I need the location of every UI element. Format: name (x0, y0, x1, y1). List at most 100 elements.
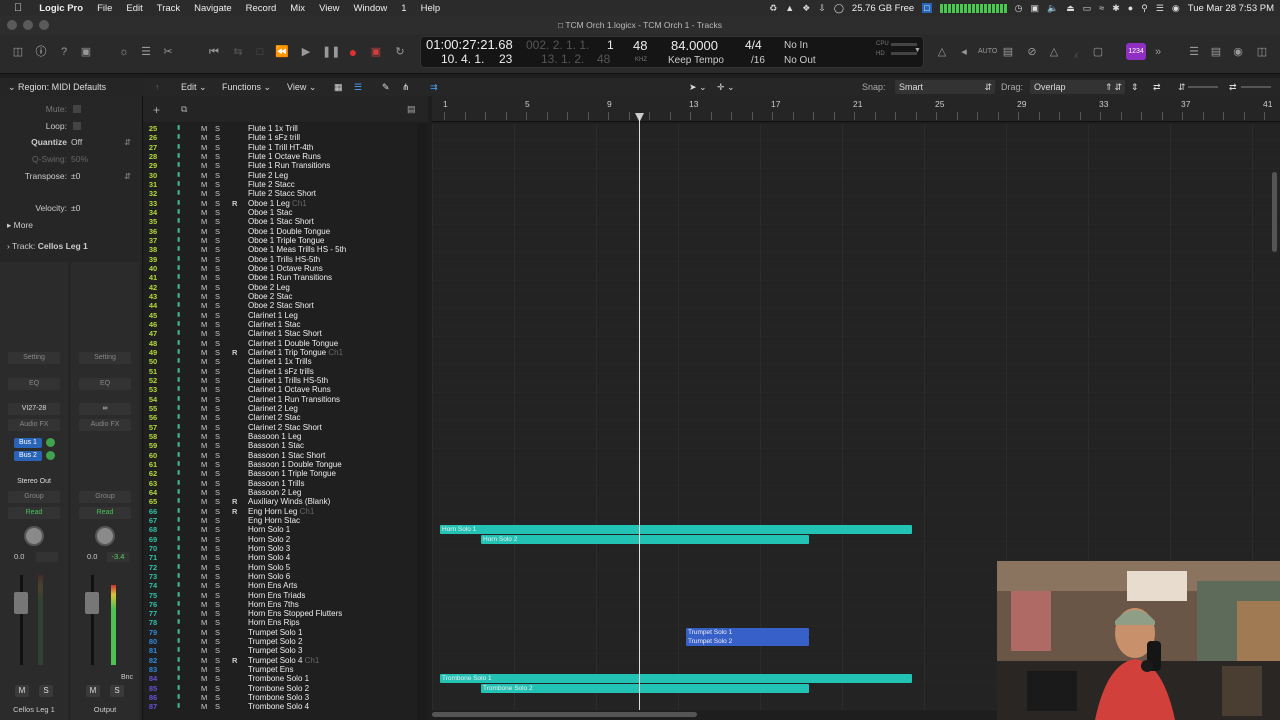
track-solo-button[interactable]: S (215, 171, 220, 180)
lcd-division[interactable]: /16 (751, 55, 765, 66)
track-solo-button[interactable]: S (215, 208, 220, 217)
track-solo-button[interactable]: S (215, 161, 220, 170)
note-pad-icon[interactable]: ▢ (1090, 44, 1106, 60)
track-row[interactable]: 37 ▮ M S Oboe 1 Triple Tongue (143, 236, 428, 245)
midi-region[interactable]: Horn Solo 2 (481, 534, 809, 544)
track-row[interactable]: 54 ▮ M S Clarinet 1 Run Transitions (143, 395, 428, 404)
track-row[interactable]: 32 ▮ M S Flute 2 Stacc Short (143, 189, 428, 198)
track-row[interactable]: 81 ▮ M S Trumpet Solo 3 (143, 646, 428, 655)
track-row[interactable]: 74 ▮ M S Horn Ens Arts (143, 581, 428, 590)
track-row[interactable]: 56 ▮ M S Clarinet 2 Stac (143, 413, 428, 422)
lcd-time-signature[interactable]: 4/4 (745, 38, 762, 52)
track-name[interactable]: Oboe 2 Stac Short (248, 301, 314, 310)
track-name[interactable]: Clarinet 1 Octave Runs (248, 385, 331, 394)
track-mute-button[interactable]: M (201, 469, 207, 478)
track-mute-button[interactable]: M (201, 637, 207, 646)
track-name[interactable]: Oboe 1 Octave Runs (248, 264, 323, 273)
track-name[interactable]: Trombone Solo 4 (248, 702, 309, 711)
pause-icon[interactable]: ❚❚ (322, 44, 340, 60)
output-eq-slot[interactable]: EQ (79, 378, 131, 390)
playhead[interactable] (639, 116, 640, 710)
disk-free-label[interactable]: 25.76 GB Free (852, 3, 914, 14)
wifi-icon[interactable]: ≈ (1099, 3, 1104, 13)
track-name[interactable]: Bassoon 1 Leg (248, 432, 301, 441)
editors-icon[interactable]: ✂ (160, 44, 176, 60)
timer-icon[interactable]: ◷ (1015, 3, 1023, 14)
track-name[interactable]: Trumpet Solo 1 (248, 628, 302, 637)
midi-region[interactable]: Horn Solo 1 (440, 525, 912, 535)
track-row[interactable]: 28 ▮ M S Flute 1 Octave Runs (143, 152, 428, 161)
track-solo-button[interactable]: S (215, 264, 220, 273)
track-solo-button[interactable]: S (215, 553, 220, 562)
track-solo-button[interactable]: S (215, 432, 220, 441)
browser-icon[interactable]: ◫ (1254, 44, 1270, 60)
track-row[interactable]: 46 ▮ M S Clarinet 1 Stac (143, 320, 428, 329)
track-solo-button[interactable]: S (215, 329, 220, 338)
track-row[interactable]: 31 ▮ M S Flute 2 Stacc (143, 180, 428, 189)
track-name[interactable]: Bassoon 2 Leg (248, 488, 301, 497)
output-link-icon[interactable]: ∞ (79, 403, 131, 415)
track-row[interactable]: 44 ▮ M S Oboe 2 Stac Short (143, 301, 428, 310)
menu-one[interactable]: 1 (394, 3, 413, 14)
sync-icon[interactable]: ♻ (769, 3, 777, 14)
track-name[interactable]: Flute 2 Leg (248, 171, 288, 180)
track-mute-button[interactable]: M (201, 320, 207, 329)
track-solo-button[interactable]: S (215, 143, 220, 152)
activity-meter-icon[interactable] (939, 3, 1007, 13)
track-solo-button[interactable]: S (215, 413, 220, 422)
global-tracks-icon[interactable]: ▤ (407, 104, 416, 115)
track-solo-button[interactable]: S (215, 404, 220, 413)
send-bus-1[interactable]: Bus 1 (14, 438, 42, 448)
menu-view[interactable]: View (312, 3, 346, 14)
track-solo-button[interactable]: S (215, 255, 220, 264)
track-record-button[interactable]: R (232, 497, 237, 506)
dropbox-icon[interactable]: ❖ (802, 3, 810, 14)
download-icon[interactable]: ⇩ (818, 3, 826, 14)
track-row[interactable]: 75 ▮ M S Horn Ens Triads (143, 591, 428, 600)
track-mute-button[interactable]: M (201, 451, 207, 460)
track-name[interactable]: Oboe 2 Stac (248, 292, 292, 301)
user-icon[interactable]: ● (1128, 3, 1133, 13)
track-solo-button[interactable]: S (215, 217, 220, 226)
track-mute-button[interactable]: M (201, 693, 207, 702)
track-name[interactable]: Oboe 1 Meas Trills HS - 5th (248, 245, 346, 254)
inspector-icon[interactable]: ⓘ (33, 44, 49, 60)
send-1-knob[interactable] (46, 438, 55, 447)
track-solo-button[interactable]: S (215, 180, 220, 189)
track-row[interactable]: 53 ▮ M S Clarinet 1 Octave Runs (143, 385, 428, 394)
track-row[interactable]: 68 ▮ M S Horn Solo 1 (143, 525, 428, 534)
track-solo-button[interactable]: S (215, 301, 220, 310)
control-center-icon[interactable]: ☰ (1156, 3, 1164, 14)
bounce-button[interactable]: Bnc (121, 674, 133, 681)
track-solo-button[interactable]: S (215, 525, 220, 534)
menu-window[interactable]: Window (346, 3, 394, 14)
track-name[interactable]: Flute 2 Stacc Short (248, 189, 316, 198)
track-solo-button[interactable]: S (215, 656, 220, 665)
battery-icon[interactable]: ▭ (1083, 3, 1092, 14)
track-name[interactable]: Trumpet Solo 3 (248, 646, 302, 655)
transpose-stepper-icon[interactable]: ⇵ (124, 171, 131, 182)
track-row[interactable]: 55 ▮ M S Clarinet 2 Leg (143, 404, 428, 413)
track-mute-button[interactable]: M (201, 404, 207, 413)
track-row[interactable]: 25 ▮ M S Flute 1 1x Trill (143, 124, 428, 133)
menu-file[interactable]: File (90, 3, 119, 14)
output-group-slot[interactable]: Group (79, 491, 131, 503)
smart-controls-icon[interactable]: ☼ (116, 44, 132, 60)
track-name[interactable]: Trumpet Solo 4 Ch1 (248, 656, 319, 665)
track-solo-button[interactable]: S (215, 189, 220, 198)
track-name[interactable]: Horn Solo 3 (248, 544, 290, 553)
output-volume-readout[interactable]: 0.0 (87, 552, 97, 561)
track-mute-button[interactable]: M (201, 553, 207, 562)
track-name[interactable]: Clarinet 1 Leg (248, 311, 298, 320)
track-name[interactable]: Clarinet 1 1x Trills (248, 357, 312, 366)
track-mute-button[interactable]: M (201, 609, 207, 618)
back-icon[interactable]: ⏪ (274, 44, 290, 60)
track-solo-button[interactable]: S (215, 423, 220, 432)
track-solo-button[interactable]: S (215, 339, 220, 348)
track-row[interactable]: 78 ▮ M S Horn Ens Rips (143, 618, 428, 627)
track-solo-button[interactable]: S (215, 460, 220, 469)
track-mute-button[interactable]: M (201, 311, 207, 320)
track-mute-button[interactable]: M (201, 423, 207, 432)
lcd-tempo-mode[interactable]: Keep Tempo (668, 55, 724, 66)
track-name[interactable]: Clarinet 1 sFz trills (248, 367, 314, 376)
